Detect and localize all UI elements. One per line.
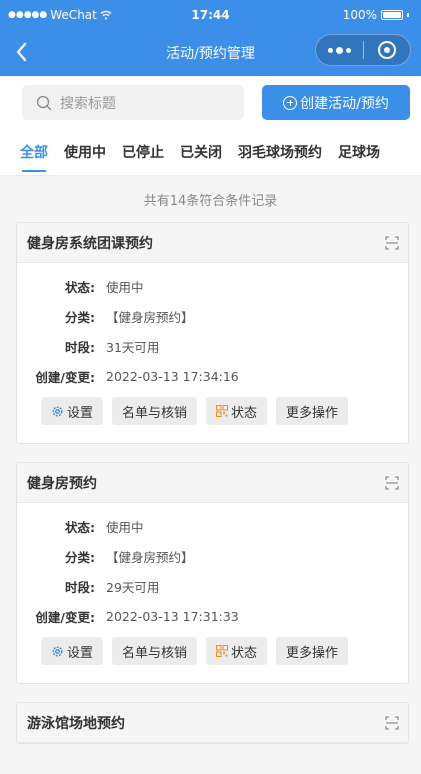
roster-button[interactable]: 名单与核销 xyxy=(112,397,198,425)
gear-icon xyxy=(52,645,63,657)
category-label: 分类: xyxy=(65,549,95,565)
status-bar: ●●●●● WeChat 17:44 100% xyxy=(0,0,421,30)
search-placeholder: 搜索标题 xyxy=(60,95,116,112)
card-actions: 设置 名单与核销 状态 更多操作 xyxy=(17,391,408,443)
card-header: 游泳馆场地预约 xyxy=(17,703,408,743)
created-value: 2022-03-13 17:31:33 xyxy=(106,608,239,624)
more-actions-button[interactable]: 更多操作 xyxy=(276,637,349,665)
activity-card: 健身房系统团课预约 状态: 使用中 分类: 【健身房预约】 时段: 31天可用 创建/… xyxy=(16,222,409,444)
battery-icon xyxy=(381,10,403,20)
status-button[interactable]: 状态 xyxy=(206,397,268,425)
search-row: 搜索标题 创建活动/预约 xyxy=(0,76,421,132)
nav-bar: 活动/预约管理 xyxy=(0,30,421,76)
period-value: 29天可用 xyxy=(106,579,160,595)
category-value: 【健身房预约】 xyxy=(106,309,194,325)
tab-football[interactable]: 足球场 xyxy=(338,132,380,175)
created-label: 创建/变更: xyxy=(35,609,95,625)
status-button-label: 状态 xyxy=(231,645,258,661)
category-value: 【健身房预约】 xyxy=(106,549,194,565)
period-label: 时段: xyxy=(65,579,95,595)
activity-card: 健身房预约 状态: 使用中 分类: 【健身房预约】 时段: 29天可用 创建/变更: 2… xyxy=(16,462,409,684)
scan-icon[interactable] xyxy=(385,716,399,730)
record-count: 共有14条符合条件记录 xyxy=(143,194,278,209)
created-label: 创建/变更: xyxy=(35,369,95,385)
more-menu-icon[interactable] xyxy=(316,46,363,54)
category-row: 分类: 【健身房预约】 xyxy=(17,541,408,571)
card-body: 状态: 使用中 分类: 【健身房预约】 时段: 29天可用 创建/变更: 2022-03… xyxy=(17,503,408,683)
scan-icon[interactable] xyxy=(385,236,399,250)
tab-badminton[interactable]: 羽毛球场预约 xyxy=(238,132,322,175)
search-input[interactable]: 搜索标题 xyxy=(22,85,244,120)
category-label: 分类: xyxy=(65,309,95,325)
status-button-label: 状态 xyxy=(231,405,258,421)
card-title: 健身房系统团课预约 xyxy=(27,235,153,252)
tab-stopped[interactable]: 已停止 xyxy=(122,132,164,175)
status-button[interactable]: 状态 xyxy=(206,637,268,665)
status-label: 状态: xyxy=(65,519,95,535)
qr-code-icon xyxy=(216,405,229,417)
top-bar: ●●●●● WeChat 17:44 100% 活动/预约管理 xyxy=(0,0,421,76)
more-actions-label: 更多操作 xyxy=(286,645,339,661)
card-title: 游泳馆场地预约 xyxy=(27,715,125,732)
roster-label: 名单与核销 xyxy=(122,405,188,421)
gear-icon xyxy=(52,405,63,417)
tab-all[interactable]: 全部 xyxy=(20,132,48,175)
search-icon xyxy=(36,95,52,110)
roster-label: 名单与核销 xyxy=(122,645,188,661)
qr-code-icon xyxy=(216,645,229,657)
created-row: 创建/变更: 2022-03-13 17:34:16 xyxy=(17,361,408,391)
create-activity-button[interactable]: 创建活动/预约 xyxy=(262,85,410,120)
card-header: 健身房系统团课预约 xyxy=(17,223,408,263)
period-label: 时段: xyxy=(65,339,95,355)
battery: 100% xyxy=(343,8,409,22)
status-value: 使用中 xyxy=(106,279,144,295)
status-row: 状态: 使用中 xyxy=(17,511,408,541)
period-row: 时段: 29天可用 xyxy=(17,571,408,601)
more-actions-button[interactable]: 更多操作 xyxy=(276,397,349,425)
period-value: 31天可用 xyxy=(106,339,160,355)
mini-program-capsule xyxy=(315,34,411,66)
settings-label: 设置 xyxy=(67,645,94,661)
close-program-icon[interactable] xyxy=(364,41,411,59)
tab-in-use[interactable]: 使用中 xyxy=(64,132,106,175)
card-title: 健身房预约 xyxy=(27,475,97,492)
created-value: 2022-03-13 17:34:16 xyxy=(106,368,239,384)
create-button-label: 创建活动/预约 xyxy=(300,95,389,112)
activity-card: 游泳馆场地预约 xyxy=(16,702,409,744)
settings-button[interactable]: 设置 xyxy=(41,397,104,425)
roster-button[interactable]: 名单与核销 xyxy=(112,637,198,665)
created-row: 创建/变更: 2022-03-13 17:31:33 xyxy=(17,601,408,631)
battery-level: 100% xyxy=(342,8,377,22)
card-body: 状态: 使用中 分类: 【健身房预约】 时段: 31天可用 创建/变更: 2022-03… xyxy=(17,263,408,443)
filter-tabs: 全部 使用中 已停止 已关闭 羽毛球场预约 足球场 xyxy=(0,132,421,176)
status-row: 状态: 使用中 xyxy=(17,271,408,301)
category-row: 分类: 【健身房预约】 xyxy=(17,301,408,331)
more-actions-label: 更多操作 xyxy=(286,405,339,421)
card-actions: 设置 名单与核销 状态 更多操作 xyxy=(17,631,408,683)
settings-button[interactable]: 设置 xyxy=(41,637,104,665)
card-header: 健身房预约 xyxy=(17,463,408,503)
add-icon xyxy=(283,95,298,110)
status-label: 状态: xyxy=(65,279,95,295)
battery-tip xyxy=(407,13,409,17)
app: ●●●●● WeChat 17:44 100% 活动/预约管理 搜索标题 创建活… xyxy=(0,0,421,774)
period-row: 时段: 31天可用 xyxy=(17,331,408,361)
scan-icon[interactable] xyxy=(385,476,399,490)
status-value: 使用中 xyxy=(106,519,144,535)
settings-label: 设置 xyxy=(67,405,94,421)
tab-closed[interactable]: 已关闭 xyxy=(180,132,222,175)
